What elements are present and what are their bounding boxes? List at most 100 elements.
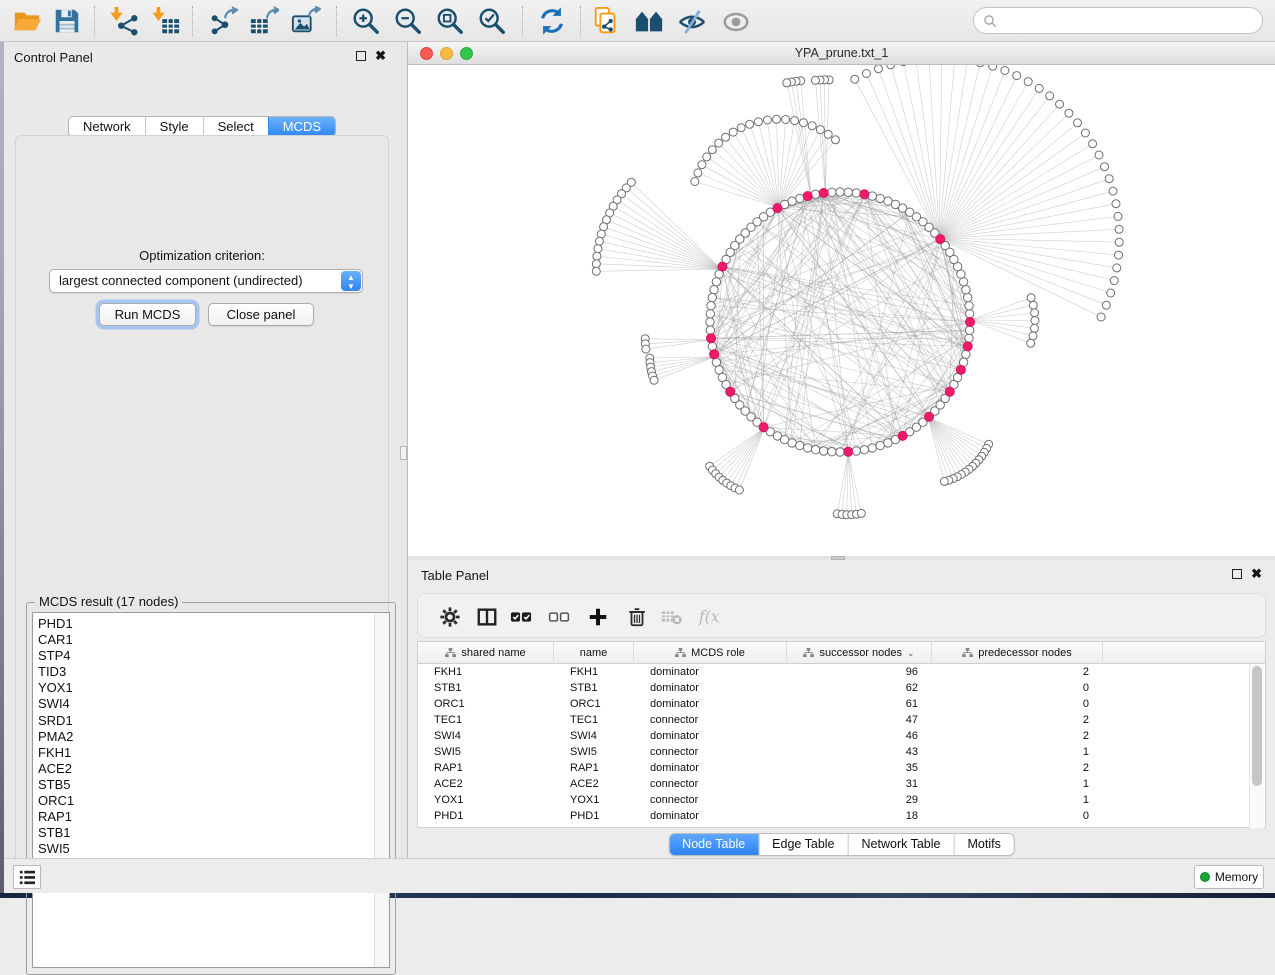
network-graph[interactable] (408, 65, 1275, 556)
table-cell[interactable]: 47 (787, 712, 932, 728)
hide-selected-button[interactable] (675, 4, 709, 38)
column-header-name[interactable]: name (554, 642, 634, 664)
gear-button[interactable] (438, 605, 462, 629)
mcds-result-item[interactable]: STB5 (33, 777, 389, 793)
table-cell[interactable]: 0 (932, 696, 1103, 712)
table-cell[interactable]: dominator (634, 808, 787, 824)
table-cell[interactable]: dominator (634, 696, 787, 712)
zoom-selected-button[interactable] (475, 4, 509, 38)
table-cell[interactable]: 0 (932, 680, 1103, 696)
show-panels-list-button[interactable] (13, 865, 41, 889)
export-network-button[interactable] (207, 4, 241, 38)
table-cell[interactable]: PHD1 (554, 808, 634, 824)
table-cell[interactable]: SWI5 (418, 744, 554, 760)
table-row-STB1[interactable]: STB1STB1dominator620 (418, 680, 1248, 696)
mcds-result-item[interactable]: SWI4 (33, 696, 389, 712)
close-panel-icon[interactable]: ✖ (375, 51, 386, 61)
table-cell[interactable]: 1 (932, 744, 1103, 760)
window-minimize-light[interactable] (440, 47, 453, 60)
table-cell[interactable]: TEC1 (418, 712, 554, 728)
table-cell[interactable]: 0 (932, 808, 1103, 824)
tab-network[interactable]: Network (69, 117, 145, 136)
mcds-result-item[interactable]: CAR1 (33, 632, 389, 648)
table-cell[interactable]: 1 (932, 792, 1103, 808)
tab-node-table[interactable]: Node Table (669, 834, 758, 855)
table-cell[interactable]: SWI5 (554, 744, 634, 760)
tab-select[interactable]: Select (203, 117, 268, 136)
tab-motifs[interactable]: Motifs (953, 834, 1013, 855)
deselect-all-button[interactable] (547, 605, 571, 629)
vertical-splitter[interactable] (400, 42, 408, 858)
mcds-result-item[interactable]: PMA2 (33, 729, 389, 745)
run-mcds-button[interactable]: Run MCDS (99, 303, 196, 326)
table-cell[interactable]: ACE2 (554, 776, 634, 792)
table-cell[interactable]: connector (634, 744, 787, 760)
table-cell[interactable]: 18 (787, 808, 932, 824)
table-cell[interactable]: STB1 (554, 680, 634, 696)
window-zoom-light[interactable] (460, 47, 473, 60)
table-cell[interactable]: 96 (787, 664, 932, 680)
table-cell[interactable]: RAP1 (418, 760, 554, 776)
table-cell[interactable]: FKH1 (554, 664, 634, 680)
table-cell[interactable]: RAP1 (554, 760, 634, 776)
table-cell[interactable]: 2 (932, 728, 1103, 744)
add-row-button[interactable] (586, 605, 610, 629)
table-row-FKH1[interactable]: FKH1FKH1dominator962 (418, 664, 1248, 680)
apply-layout-button[interactable] (535, 4, 569, 38)
zoom-fit-button[interactable] (433, 4, 467, 38)
node-table-scrollbar-thumb[interactable] (1252, 666, 1262, 786)
table-cell[interactable]: 61 (787, 696, 932, 712)
table-cell[interactable]: 62 (787, 680, 932, 696)
delete-row-button[interactable] (625, 605, 649, 629)
table-cell[interactable]: ORC1 (554, 696, 634, 712)
mcds-result-item[interactable]: SWI5 (33, 841, 389, 857)
column-header-predecessor-nodes[interactable]: predecessor nodes (932, 642, 1103, 664)
table-cell[interactable]: ACE2 (418, 776, 554, 792)
column-header-shared-name[interactable]: shared name (418, 642, 554, 664)
table-row-SWI5[interactable]: SWI5SWI5connector431 (418, 744, 1248, 760)
table-cell[interactable]: TEC1 (554, 712, 634, 728)
new-network-from-selection-button[interactable] (589, 4, 623, 38)
import-network-button[interactable] (107, 4, 141, 38)
table-cell[interactable]: 29 (787, 792, 932, 808)
table-cell[interactable]: 43 (787, 744, 932, 760)
memory-button[interactable]: Memory (1194, 865, 1264, 889)
table-cell[interactable]: STB1 (418, 680, 554, 696)
network-canvas[interactable] (408, 65, 1275, 556)
table-cell[interactable]: YOX1 (418, 792, 554, 808)
table-cell[interactable]: 1 (932, 776, 1103, 792)
table-row-ORC1[interactable]: ORC1ORC1dominator610 (418, 696, 1248, 712)
mcds-result-item[interactable]: STP4 (33, 648, 389, 664)
table-cell[interactable]: SWI4 (418, 728, 554, 744)
mcds-result-item[interactable]: SRD1 (33, 713, 389, 729)
zoom-out-button[interactable] (391, 4, 425, 38)
search-input[interactable] (1004, 10, 1254, 31)
column-header-MCDS-role[interactable]: MCDS role (634, 642, 787, 664)
network-window-titlebar[interactable]: YPA_prune.txt_1 (408, 42, 1275, 65)
table-cell[interactable]: connector (634, 792, 787, 808)
table-row-PHD1[interactable]: PHD1PHD1dominator180 (418, 808, 1248, 824)
table-cell[interactable]: dominator (634, 680, 787, 696)
select-all-button[interactable] (509, 605, 533, 629)
mcds-result-item[interactable]: ACE2 (33, 761, 389, 777)
import-table-button[interactable] (149, 4, 183, 38)
table-cell[interactable]: connector (634, 776, 787, 792)
export-table-button[interactable] (247, 4, 281, 38)
table-cell[interactable]: 2 (932, 760, 1103, 776)
mcds-list-scrollbar[interactable] (374, 613, 389, 967)
tab-edge-table[interactable]: Edge Table (758, 834, 847, 855)
mcds-result-item[interactable]: YOX1 (33, 680, 389, 696)
mcds-result-item[interactable]: FKH1 (33, 745, 389, 761)
table-row-YOX1[interactable]: YOX1YOX1connector291 (418, 792, 1248, 808)
export-image-button[interactable] (289, 4, 323, 38)
column-header-successor-nodes[interactable]: successor nodes⌄ (787, 642, 932, 664)
vertical-splitter-handle[interactable] (400, 446, 407, 460)
table-cell[interactable]: 46 (787, 728, 932, 744)
close-table-panel-icon[interactable]: ✖ (1251, 569, 1262, 579)
search-box[interactable] (973, 7, 1263, 34)
tab-style[interactable]: Style (145, 117, 203, 136)
table-cell[interactable]: 2 (932, 712, 1103, 728)
table-cell[interactable]: YOX1 (554, 792, 634, 808)
float-table-panel-icon[interactable] (1232, 569, 1242, 579)
close-panel-button[interactable]: Close panel (208, 303, 314, 326)
